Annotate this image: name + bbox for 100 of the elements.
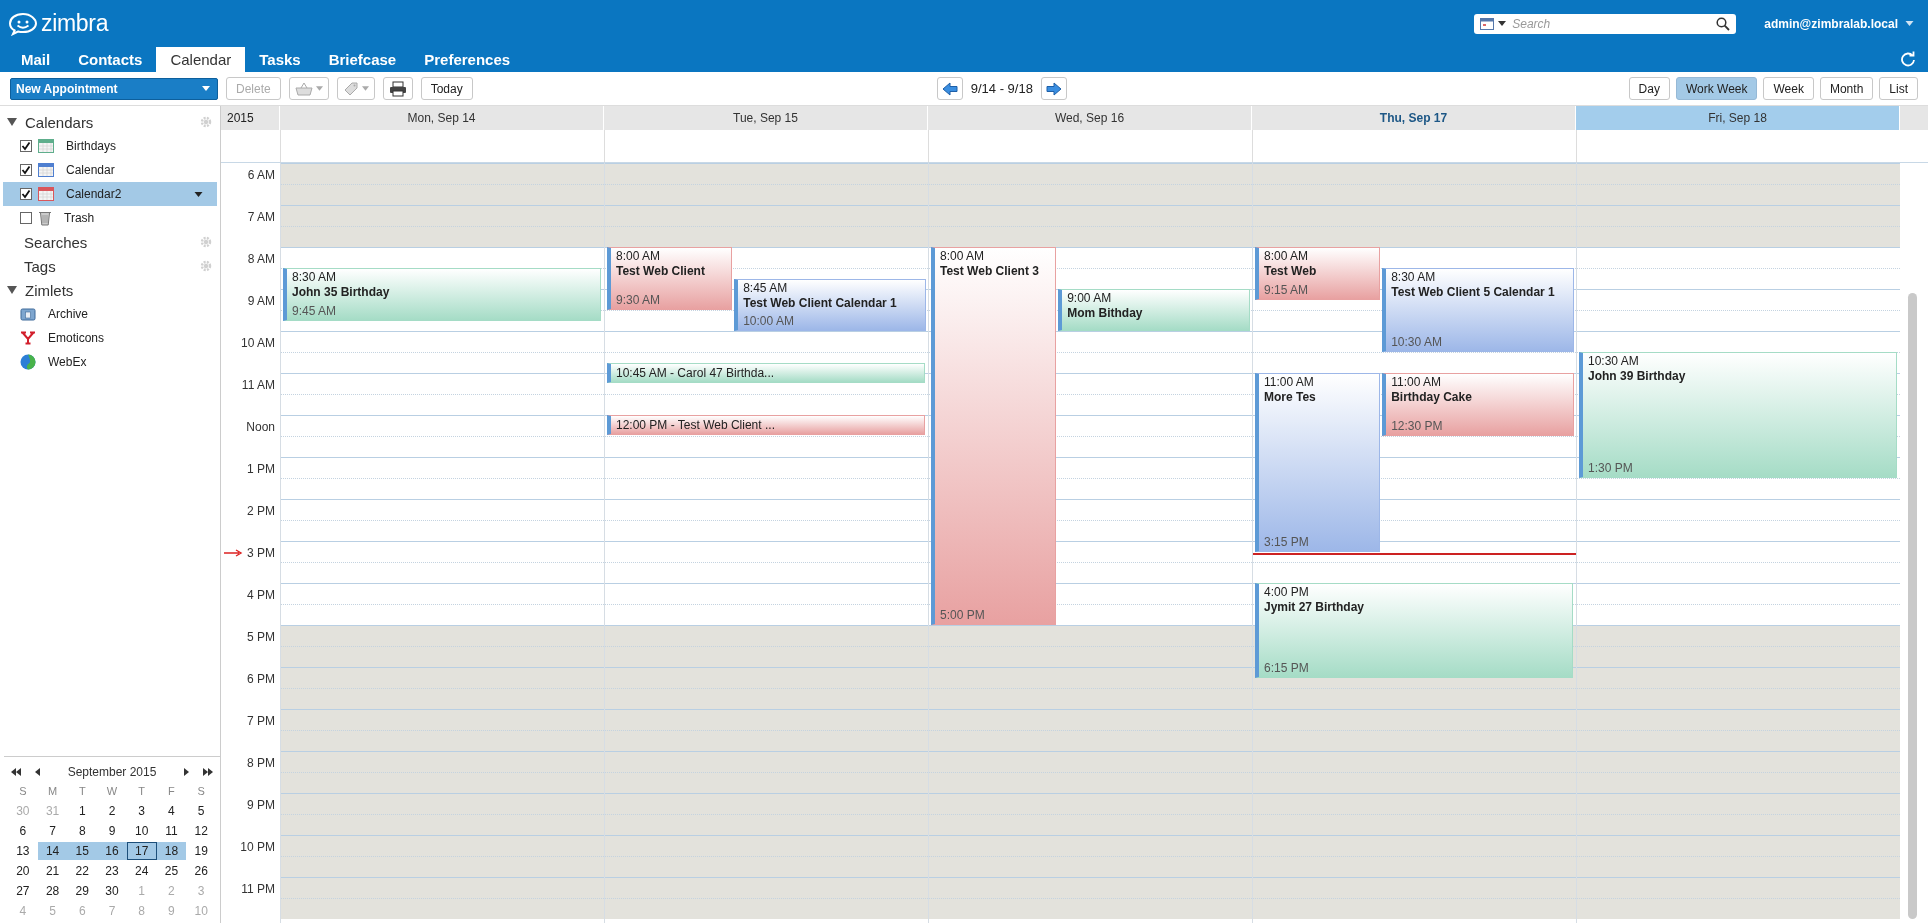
new-appointment-button[interactable]: New Appointment [10,77,218,100]
section-title[interactable]: Tags [24,257,56,275]
app-tab[interactable]: Calendar [156,47,246,72]
calendar-day[interactable]: 6 [8,822,38,840]
appointment[interactable]: 8:00 AM Test Web Client 9:30 AM [607,247,733,310]
hour-label: 6 PM [247,672,275,686]
calendar-day[interactable]: 19 [186,842,216,860]
appointment[interactable]: 8:00 AM Test Web 9:15 AM [1255,247,1381,300]
calendar-day[interactable]: 20 [8,862,38,880]
zimlet-item[interactable]: WebEx [0,350,220,374]
appointment[interactable]: 11:00 AM Birthday Cake 12:30 PM [1382,373,1574,436]
section-title[interactable]: Zimlets [25,281,74,299]
caret-icon[interactable] [194,191,203,197]
checkbox[interactable] [20,212,32,224]
appointment[interactable]: 10:45 AM - Carol 47 Birthda... [607,362,925,383]
appointment-title: John 35 Birthday [292,285,390,300]
app-tab[interactable]: Tasks [245,47,315,72]
calendar-day[interactable]: 9 [97,822,127,840]
view-button[interactable]: Day [1628,77,1670,100]
appointment[interactable]: 4:00 PM Jymit 27 Birthday 6:15 PM [1255,583,1573,678]
caret-icon [361,86,369,91]
hour-label: 9 PM [247,798,275,812]
print-button[interactable] [382,77,413,100]
hour-label: 6 AM [247,168,275,182]
calendar-day[interactable]: 8 [67,822,98,840]
app-tab[interactable]: Preferences [410,47,525,72]
calendar-day[interactable]: 7 [37,822,68,840]
user-menu[interactable]: admin@zimbralab.local [1764,16,1898,31]
calendar-day[interactable]: 22 [67,862,98,880]
end-time: 1:30 PM [1588,461,1633,475]
calendar-day[interactable]: 2 [97,802,127,820]
refresh-icon[interactable] [1900,51,1916,67]
calendar-item[interactable]: Trash [0,206,220,230]
view-button[interactable]: Work Week [1675,77,1758,100]
section-title[interactable]: Calendars [25,113,94,131]
calendar-day[interactable]: 25 [156,862,187,880]
expand-icon[interactable] [7,117,17,127]
next-button[interactable] [1040,77,1067,100]
appointment[interactable]: 8:30 AM John 35 Birthday 9:45 AM [283,268,601,321]
calendar-day[interactable]: 28 [37,882,68,900]
scrollbar-thumb[interactable] [1908,293,1917,919]
calendar-day[interactable]: 13 [8,842,38,860]
item-label: Calendar [66,163,115,177]
calendar-item[interactable]: Birthdays [0,134,220,158]
calendar-day[interactable]: 1 [67,802,98,820]
calendar-day[interactable]: 15 [67,842,98,860]
checkbox[interactable] [20,164,32,176]
calendar-day[interactable]: 5 [186,802,216,820]
checkbox[interactable] [20,140,32,152]
calendar-day[interactable]: 27 [8,882,38,900]
view-button[interactable]: Month [1819,77,1874,100]
calendar-item[interactable]: Calendar2 [3,182,217,206]
appointment[interactable]: 12:00 PM - Test Web Client ... [607,415,925,435]
day-header[interactable]: Mon, Sep 14 [280,106,604,130]
app-tab[interactable]: Mail [7,47,65,72]
section-title[interactable]: Searches [24,233,88,251]
calendar-item[interactable]: Calendar [0,158,220,182]
calendar-day[interactable]: 24 [126,862,157,880]
calendar-day[interactable]: 21 [37,862,68,880]
weekday-label: W [105,785,119,797]
calendar-day[interactable]: 30 [97,882,127,900]
today-button[interactable]: Today [420,77,473,100]
view-button[interactable]: Week [1763,77,1814,100]
calendar-day[interactable]: 4 [156,802,187,820]
checkbox[interactable] [20,188,32,200]
calendar-day[interactable]: 26 [186,862,216,880]
app-tab[interactable]: Contacts [64,47,157,72]
caret-icon[interactable] [1498,21,1507,26]
appointment[interactable]: 11:00 AM More Tes 3:15 PM [1255,373,1381,552]
calendar-day[interactable]: 11 [156,822,187,840]
calendar-day[interactable]: 12 [186,822,216,840]
caret-icon [202,86,210,91]
calendar-day[interactable]: 16 [97,842,127,860]
appointment[interactable]: 8:30 AM Test Web Client 5 Calendar 1 10:30 AM [1382,268,1574,352]
previous-button[interactable] [936,77,963,100]
calendar-day[interactable]: 29 [67,882,98,900]
calendar-day[interactable]: 18 [156,842,187,860]
day-header[interactable]: Wed, Sep 16 [928,106,1252,130]
calendar-day[interactable]: 23 [97,862,127,880]
search-icon[interactable] [1716,16,1731,31]
printer-icon [388,80,407,97]
app-tab[interactable]: Briefcase [314,47,411,72]
appointment[interactable]: 8:45 AM Test Web Client Calendar 1 10:00 AM [734,278,926,331]
zimlet-item[interactable]: Archive [0,302,220,326]
appointment-title: Jymit 27 Birthday [1264,600,1365,615]
start-time: 8:30 AM [292,270,337,285]
calendar-icon[interactable] [1480,17,1495,30]
appointment[interactable]: 10:30 AM John 39 Birthday 1:30 PM [1579,352,1897,478]
day-header[interactable]: Tue, Sep 15 [604,106,928,130]
day-header[interactable]: Fri, Sep 18 [1576,106,1900,130]
appointment[interactable]: 8:00 AM Test Web Client 3 5:00 PM [931,247,1057,625]
calendar-day[interactable]: 3 [126,802,157,820]
expand-icon[interactable] [7,285,17,295]
calendar-day[interactable]: 14 [37,842,68,860]
calendar-day[interactable]: 10 [126,822,157,840]
view-button[interactable]: List [1879,77,1918,100]
zimlet-item[interactable]: Emoticons [0,326,220,350]
search-field[interactable]: Search [1474,13,1737,34]
appointment[interactable]: 9:00 AM Mom Bithday [1058,289,1250,331]
calendar-day[interactable]: 17 [126,842,157,860]
